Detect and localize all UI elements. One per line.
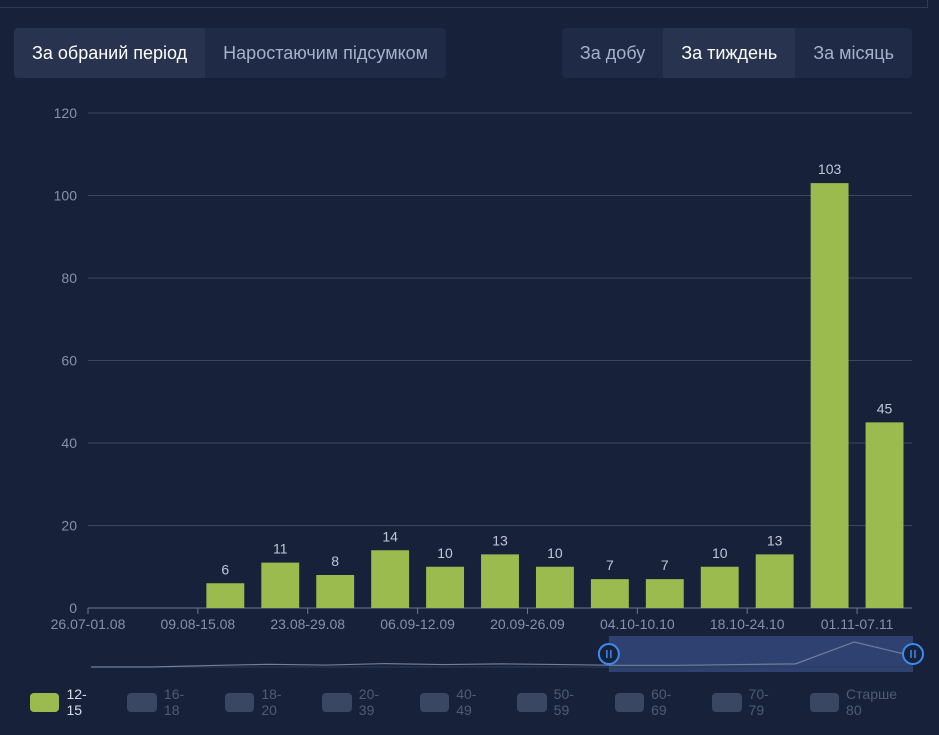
bar-value-label: 7: [606, 557, 614, 573]
legend-label: 50-59: [553, 686, 574, 718]
bar: [206, 583, 245, 608]
legend-swatch: [127, 692, 157, 712]
x-tick-label: 26.07-01.08: [51, 616, 126, 632]
bar-value-label: 14: [382, 528, 398, 544]
bar-value-label: 45: [877, 400, 893, 416]
bar: [316, 575, 355, 608]
x-tick-label: 18.10-24.10: [710, 616, 785, 632]
overview-left-handle[interactable]: [597, 643, 620, 665]
per-day-button[interactable]: За добу: [561, 28, 664, 78]
bar: [810, 183, 849, 608]
legend-swatch: [419, 692, 450, 712]
bar: [371, 550, 410, 608]
y-tick-label: 20: [61, 518, 77, 534]
legend-item[interactable]: 18-20: [224, 686, 294, 718]
x-tick-label: 04.10-10.10: [600, 616, 675, 632]
bar-value-label: 13: [767, 532, 783, 548]
bar: [261, 562, 300, 608]
legend-label: 70-79: [748, 686, 769, 718]
bar: [481, 554, 519, 608]
x-tick-label: 01.11-07.11: [821, 616, 894, 632]
selected-period-button[interactable]: За обраний період: [14, 28, 206, 78]
top-border-line: [0, 7, 927, 8]
y-tick-label: 100: [54, 188, 78, 204]
y-tick-label: 60: [61, 353, 77, 369]
x-tick-label: 09.08-15.08: [160, 616, 235, 632]
x-tick-label: 23.08-29.08: [270, 616, 345, 632]
bar-value-label: 10: [437, 545, 453, 561]
y-tick-label: 0: [69, 600, 77, 616]
bar-value-label: 10: [712, 545, 728, 561]
cumulative-button[interactable]: Наростаючим підсумком: [205, 28, 447, 78]
period-button-group: За обраний період Наростаючим підсумком: [14, 28, 447, 78]
bar-value-label: 8: [331, 553, 339, 569]
bar-value-label: 6: [221, 561, 229, 577]
y-tick-label: 80: [61, 270, 77, 286]
per-month-button[interactable]: За місяць: [795, 28, 912, 78]
legend-item[interactable]: 60-69: [614, 686, 684, 718]
legend-label: 40-49: [456, 686, 477, 718]
legend-swatch: [30, 692, 60, 712]
legend-item[interactable]: 12-15: [30, 686, 99, 718]
interval-button-group: За добу За тиждень За місяць: [561, 28, 912, 78]
bar: [426, 566, 465, 608]
bar: [755, 554, 794, 608]
legend-label: 16-18: [163, 686, 185, 718]
per-week-button[interactable]: За тиждень: [663, 28, 796, 78]
legend-label: 60-69: [651, 686, 672, 718]
legend-item[interactable]: 40-49: [419, 686, 489, 718]
legend-item[interactable]: Старше 80: [809, 686, 912, 718]
bar-value-label: 11: [273, 541, 288, 557]
bar: [865, 422, 904, 608]
bar: [700, 566, 739, 608]
bar: [590, 579, 629, 608]
legend-swatch: [322, 692, 352, 712]
legend-item[interactable]: 70-79: [712, 686, 781, 718]
overview-right-handle[interactable]: [902, 643, 924, 665]
legend-label: 18-20: [261, 686, 282, 718]
legend-item[interactable]: 16-18: [127, 686, 196, 718]
weekly-bar-chart: 0 20 40 60 80 100 120 6 11 8 14 10 13 10 7 7 10 13 103 45 26…: [51, 105, 924, 672]
legend-item[interactable]: 50-59: [517, 686, 586, 718]
y-tick-label: 40: [61, 435, 77, 451]
y-tick-label: 120: [54, 105, 78, 121]
bar: [645, 579, 684, 608]
bar-value-label: 103: [818, 161, 842, 177]
top-border-corner: [927, 0, 928, 8]
x-tick-label: 20.09-26.09: [490, 616, 565, 632]
bar: [535, 566, 574, 608]
legend-swatch: [712, 692, 742, 712]
legend-swatch: [517, 692, 547, 712]
chart-legend: 12-15 16-18 18-20 20-39 40-49 50-59 60-69 70-79…: [30, 686, 939, 718]
legend-label: 20-39: [358, 686, 380, 718]
bar-value-label: 13: [492, 532, 508, 548]
legend-swatch: [614, 692, 645, 712]
bar-value-label: 10: [547, 545, 563, 561]
legend-label: 12-15: [66, 686, 87, 718]
legend-item[interactable]: 20-39: [322, 686, 391, 718]
legend-swatch: [224, 692, 255, 712]
legend-swatch: [809, 692, 840, 712]
x-tick-label: 06.09-12.09: [380, 616, 455, 632]
bar-value-label: 7: [661, 557, 669, 573]
legend-label: Старше 80: [846, 686, 898, 718]
